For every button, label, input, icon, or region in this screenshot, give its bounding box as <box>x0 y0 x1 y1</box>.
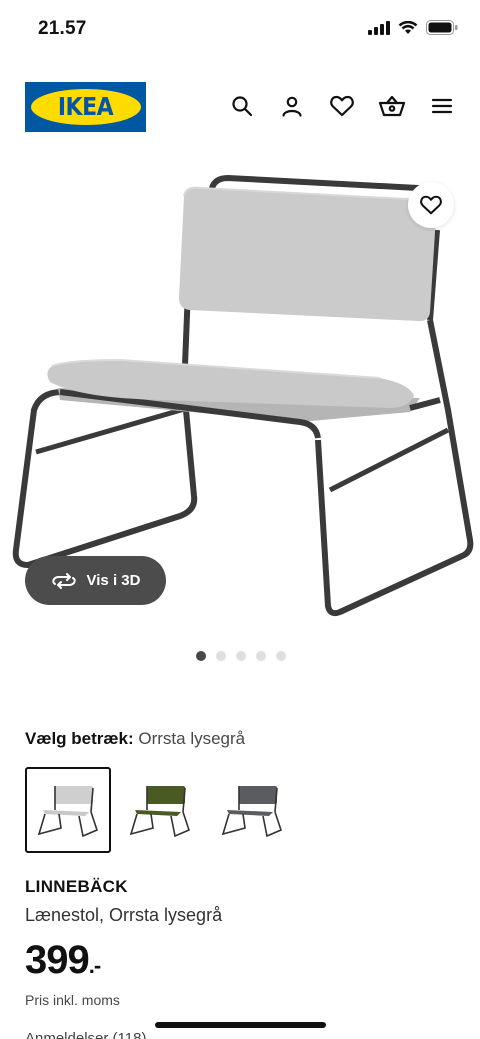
price-note: Pris inkl. moms <box>25 992 120 1008</box>
chair-thumbnail <box>221 786 282 838</box>
ikea-logo[interactable]: IKEA <box>25 82 146 132</box>
chair-thumbnail <box>37 786 98 838</box>
variant-label: Vælg betræk: Orrsta lysegrå <box>25 729 245 749</box>
carousel-dot[interactable] <box>216 651 226 661</box>
variant-key: Vælg betræk: <box>25 729 134 748</box>
heart-icon <box>420 195 442 215</box>
product-name: LINNEBÄCK <box>25 877 128 896</box>
account-icon[interactable] <box>278 92 306 120</box>
nav-icons <box>228 92 456 120</box>
favorite-button[interactable] <box>408 182 454 228</box>
menu-icon[interactable] <box>428 92 456 120</box>
signal-icon <box>368 20 390 35</box>
status-icons <box>368 20 458 35</box>
search-icon[interactable] <box>228 92 256 120</box>
product-price: 399.- <box>25 938 101 983</box>
chair-thumbnail <box>129 786 190 838</box>
status-bar: 21.57 <box>0 0 480 60</box>
swatch-green[interactable] <box>117 767 203 853</box>
header: IKEA <box>0 80 480 134</box>
view-3d-label: Vis i 3D <box>86 572 141 589</box>
variant-value: Orrsta lysegrå <box>138 729 246 748</box>
variant-swatches <box>25 767 295 853</box>
carousel-dot[interactable] <box>236 651 246 661</box>
price-suffix: .- <box>88 953 101 978</box>
basket-icon[interactable] <box>378 92 406 120</box>
logo-text: IKEA <box>57 92 114 122</box>
carousel-dot[interactable] <box>196 651 206 661</box>
status-time: 21.57 <box>38 18 87 39</box>
view-3d-button[interactable]: Vis i 3D <box>25 556 166 605</box>
wifi-icon <box>398 20 418 34</box>
home-indicator <box>155 1022 326 1028</box>
product-description: Lænestol, Orrsta lysegrå <box>25 905 223 925</box>
rotate-3d-icon <box>51 572 76 589</box>
carousel-dot[interactable] <box>276 651 286 661</box>
swatch-dark-grey[interactable] <box>209 767 295 853</box>
heart-icon[interactable] <box>328 92 356 120</box>
carousel-dot[interactable] <box>256 651 266 661</box>
reviews-link[interactable]: Anmeldelser (118) <box>25 1030 146 1039</box>
battery-icon <box>426 20 458 35</box>
carousel-dots <box>196 651 286 661</box>
swatch-light-grey[interactable] <box>25 767 111 853</box>
logo-oval: IKEA <box>30 89 141 125</box>
price-value: 399 <box>25 938 90 982</box>
